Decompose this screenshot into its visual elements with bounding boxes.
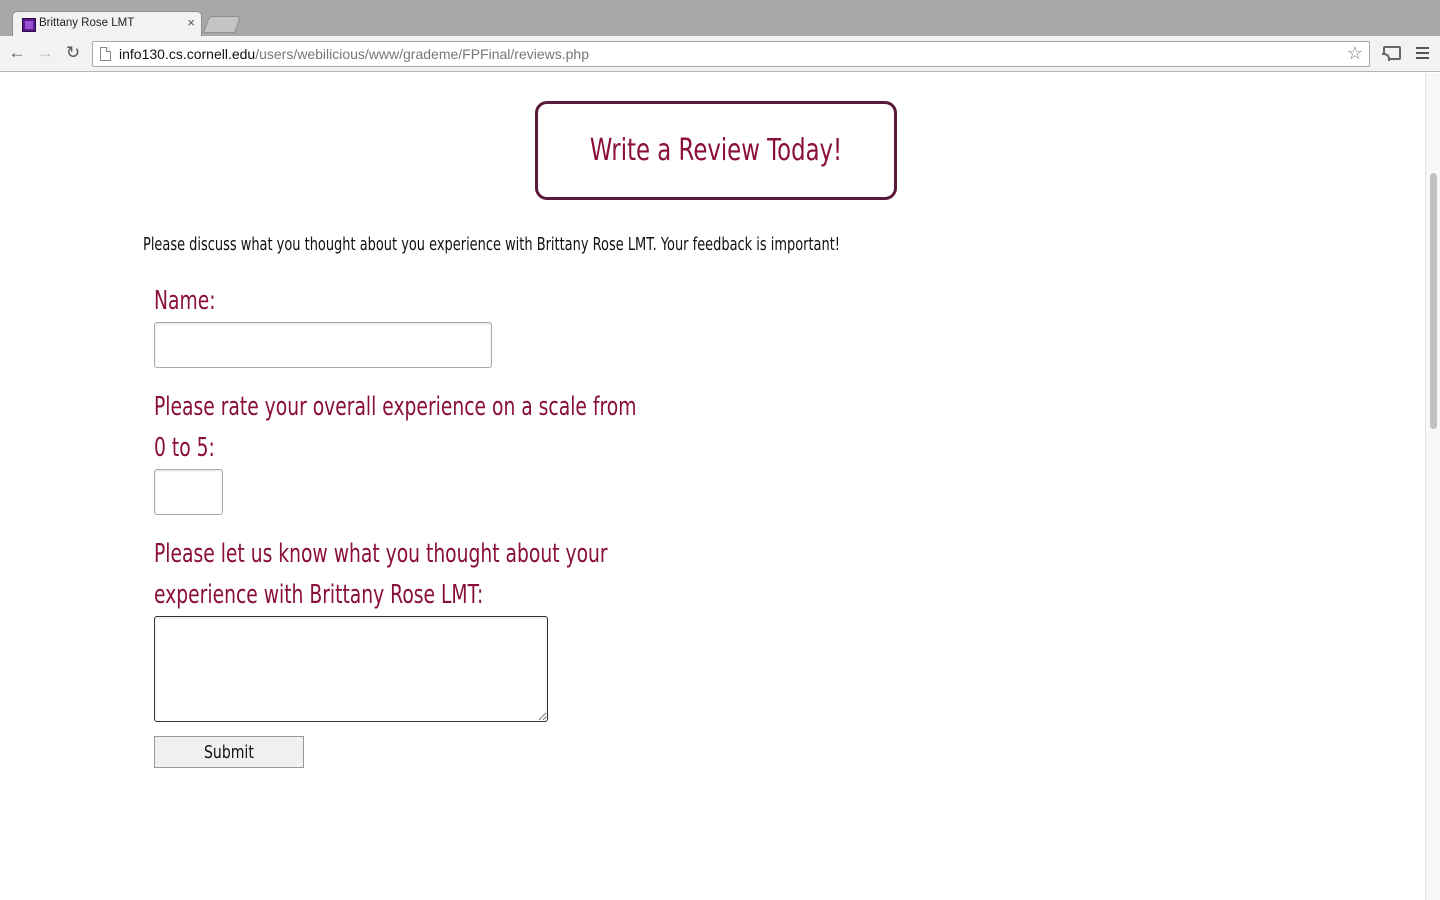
rating-label-line2: 0 to 5:: [154, 433, 215, 463]
cast-icon[interactable]: [1382, 46, 1401, 61]
page-title: Write a Review Today!: [589, 133, 843, 168]
comments-textarea[interactable]: [154, 616, 548, 722]
url-path: /users/webilicious/www/grademe/FPFinal/r…: [255, 46, 589, 62]
comments-label-line1: Please let us know what you thought abou…: [154, 539, 608, 569]
rating-input[interactable]: [154, 469, 223, 515]
submit-button[interactable]: Submit: [154, 736, 304, 768]
intro-text: Please discuss what you thought about yo…: [143, 234, 840, 255]
name-input[interactable]: [154, 322, 492, 368]
page-scrollbar[interactable]: [1425, 73, 1440, 900]
url-host: info130.cs.cornell.edu: [119, 46, 256, 62]
tab-title: Brittany Rose LMT: [39, 17, 135, 29]
scrollbar-thumb[interactable]: [1430, 173, 1437, 429]
close-tab-icon[interactable]: ×: [187, 15, 195, 30]
browser-tabstrip: Brittany Rose LMT ×: [0, 0, 1440, 36]
hamburger-menu-icon[interactable]: [1416, 47, 1429, 59]
submit-label: Submit: [204, 741, 254, 763]
page-icon: [100, 47, 111, 61]
heading-box: Write a Review Today!: [535, 101, 897, 200]
comments-label-line2: experience with Brittany Rose LMT:: [154, 580, 484, 610]
url-text[interactable]: info130.cs.cornell.edu/users/webilicious…: [119, 46, 589, 62]
reload-icon[interactable]: ↻: [62, 42, 84, 64]
new-tab-button[interactable]: [202, 16, 242, 33]
star-icon[interactable]: ☆: [1347, 43, 1363, 64]
rating-label-line1: Please rate your overall experience on a…: [154, 392, 637, 422]
browser-toolbar: ← → ↻ info130.cs.cornell.edu/users/webil…: [0, 36, 1440, 72]
forward-arrow-icon[interactable]: →: [34, 42, 56, 64]
name-label: Name:: [154, 286, 216, 316]
back-arrow-icon[interactable]: ←: [6, 42, 28, 64]
favicon-icon: [22, 18, 36, 32]
address-bar[interactable]: info130.cs.cornell.edu/users/webilicious…: [92, 41, 1370, 67]
browser-tab[interactable]: Brittany Rose LMT ×: [12, 11, 202, 36]
page-content: Write a Review Today! Please discuss wha…: [0, 73, 1425, 900]
